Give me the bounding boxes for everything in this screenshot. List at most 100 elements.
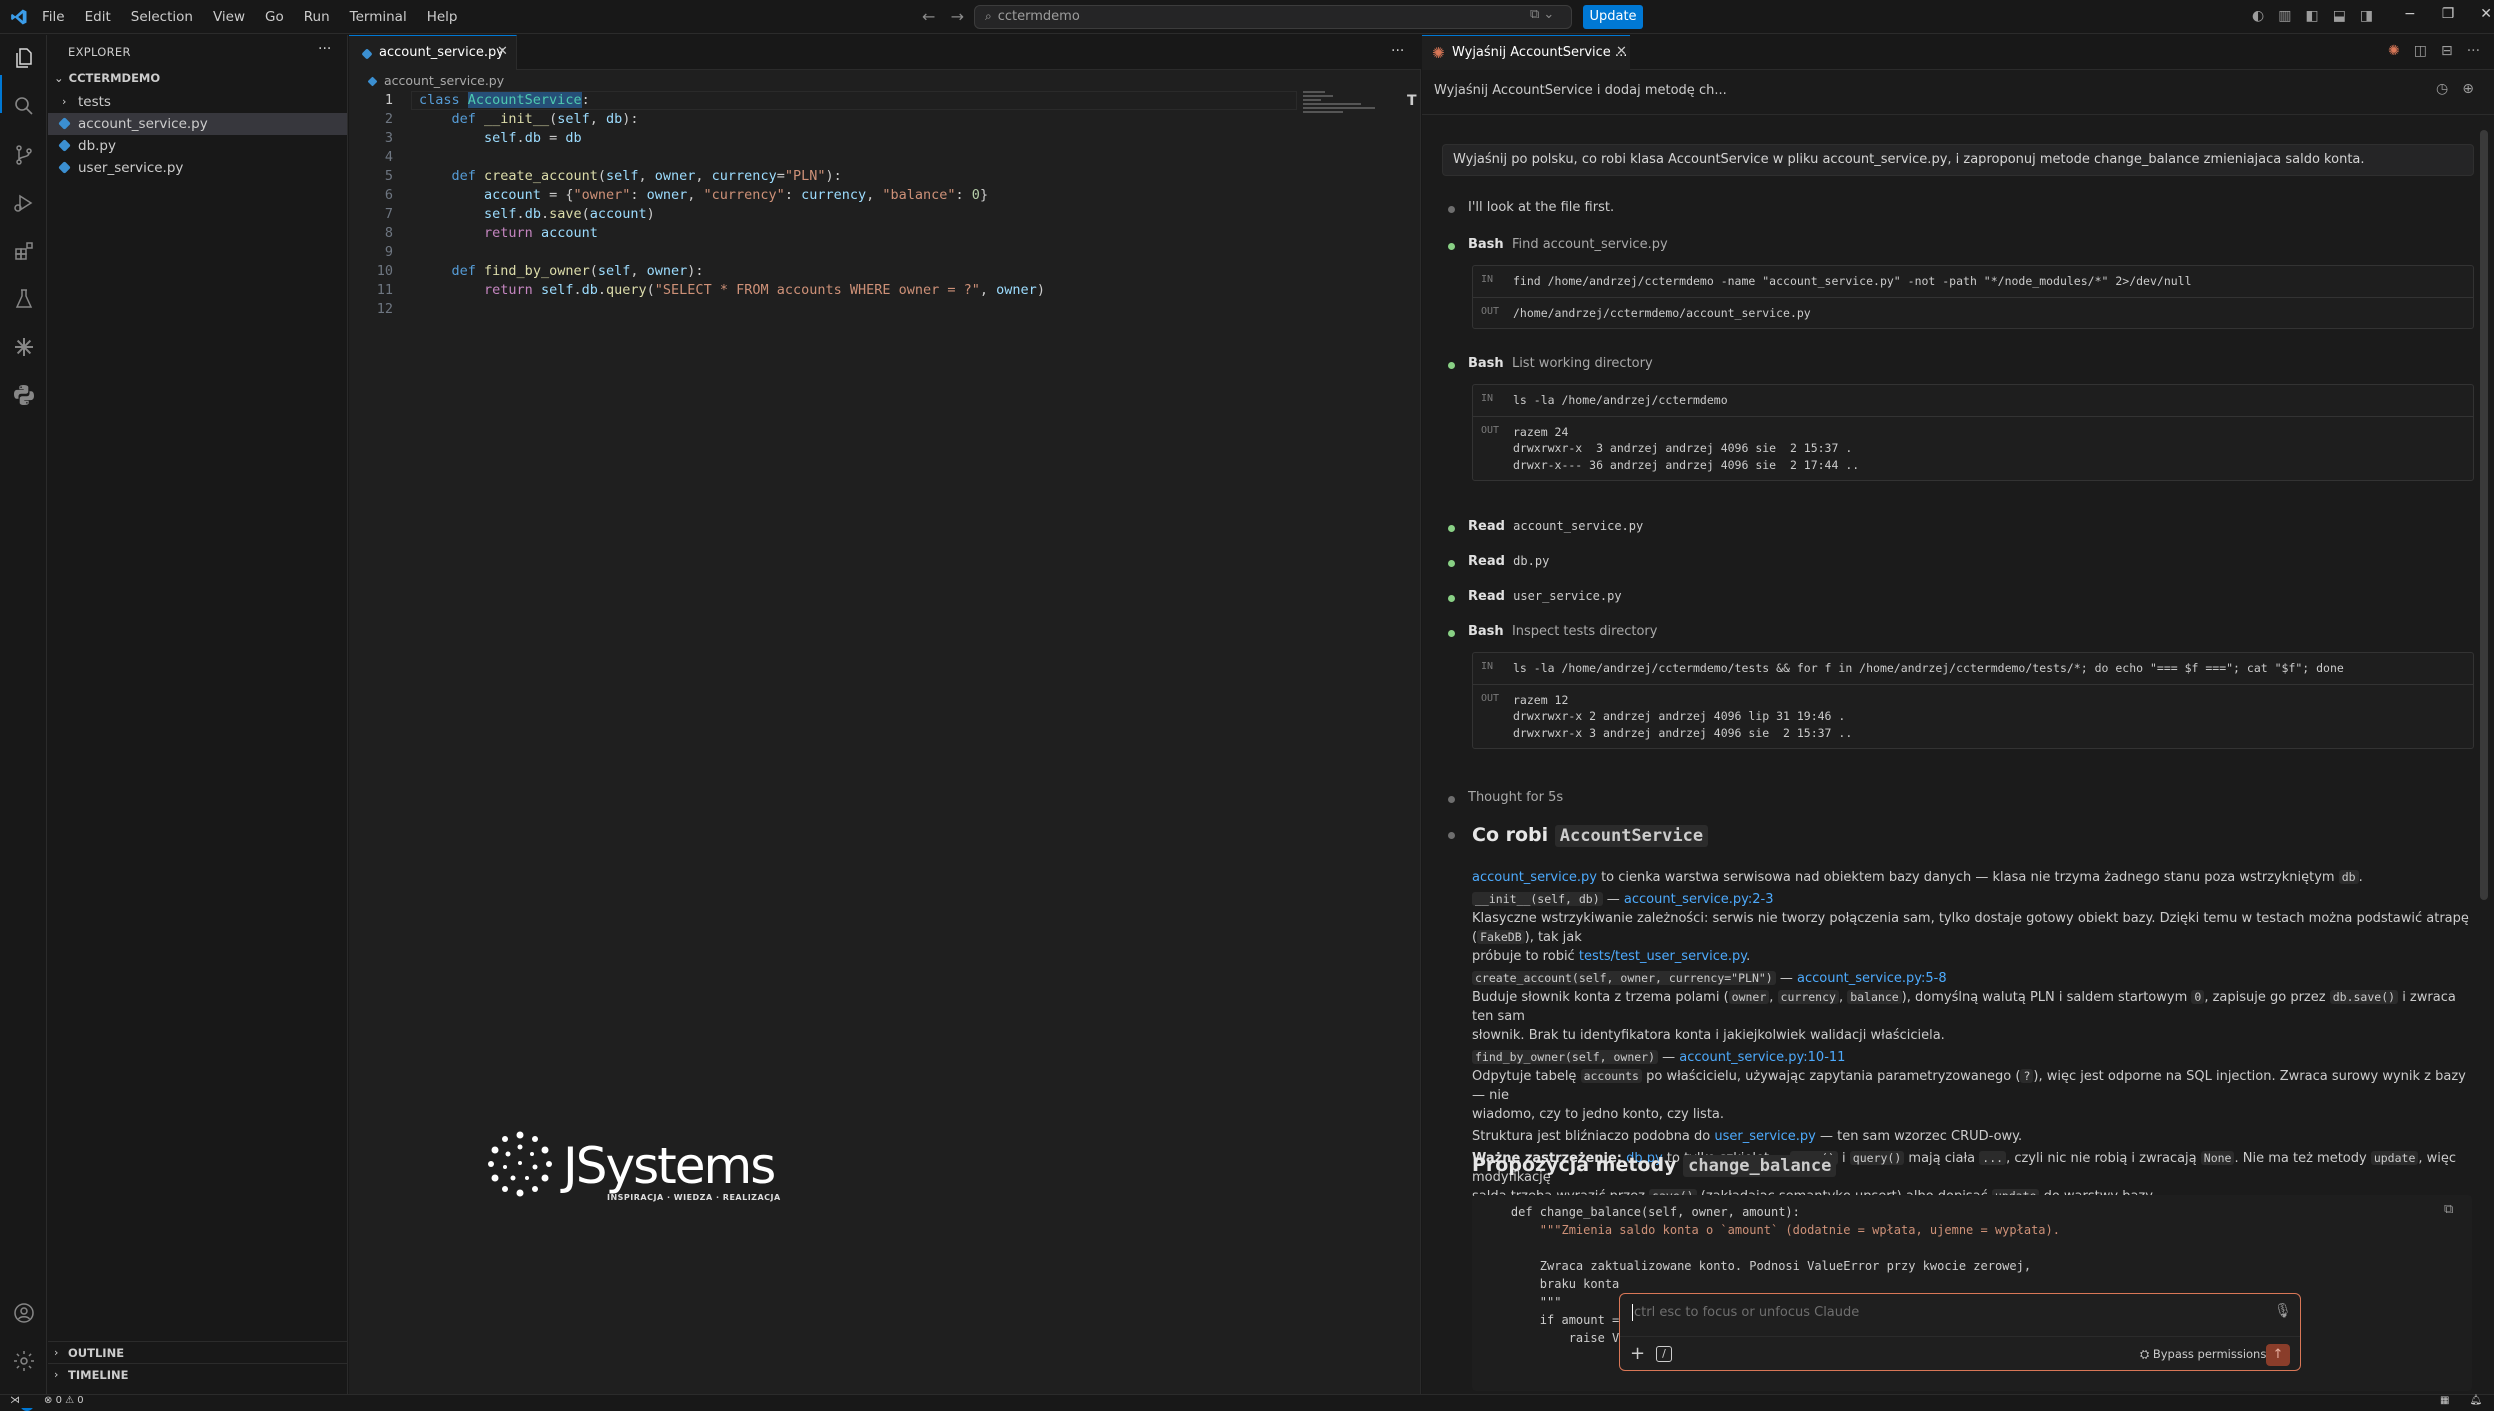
close-window-icon[interactable]: ✕ bbox=[2480, 6, 2492, 22]
command-center-search[interactable]: ⌕ cctermdemo bbox=[974, 5, 1572, 29]
add-attachment-icon[interactable]: + bbox=[1630, 1343, 1645, 1364]
history-icon[interactable]: ◷ bbox=[2436, 81, 2448, 97]
code-line: account = {"owner": owner, "currency": c… bbox=[484, 187, 989, 203]
note-text: I'll look at the file first. bbox=[1468, 200, 1615, 215]
tab-account-service[interactable]: account_service.py ✕ bbox=[349, 35, 517, 70]
chat-scrollbar[interactable] bbox=[2480, 130, 2488, 1380]
toggle-primary-sidebar-icon[interactable]: ◧ bbox=[2305, 8, 2318, 24]
bell-icon[interactable]: 🔔︎ bbox=[2469, 1395, 2482, 1406]
toggle-panel-icon[interactable]: ⬓ bbox=[2333, 8, 2346, 24]
customize-layout-icon[interactable]: ▥ bbox=[2278, 8, 2291, 24]
tree-file-user-service[interactable]: user_service.py bbox=[48, 157, 347, 179]
back-arrow-icon[interactable]: ← bbox=[922, 7, 935, 26]
run-debug-icon[interactable] bbox=[10, 189, 37, 216]
menu-go[interactable]: Go bbox=[265, 9, 284, 25]
code-editor[interactable]: 1 class AccountService: 2 def __init__(se… bbox=[349, 91, 1409, 319]
slash-command-icon[interactable]: / bbox=[1656, 1346, 1672, 1362]
user-message: Wyjaśnij po polsku, co robi klasa Accoun… bbox=[1442, 144, 2474, 176]
breadcrumb[interactable]: account_service.py bbox=[367, 70, 504, 92]
menu-help[interactable]: Help bbox=[427, 9, 458, 25]
toggle-secondary-sidebar-icon[interactable]: ◨ bbox=[2360, 8, 2373, 24]
close-tab-icon[interactable]: ✕ bbox=[497, 44, 508, 59]
remote-indicator-icon[interactable]: ⋊ bbox=[10, 1395, 20, 1406]
claude-star-icon: ✺ bbox=[1432, 44, 1445, 62]
more-actions-icon[interactable]: ··· bbox=[1391, 43, 1404, 59]
python-icon[interactable] bbox=[10, 381, 37, 408]
io-out-tag: OUT bbox=[1481, 692, 1500, 704]
accounts-status-icon[interactable]: ◐ bbox=[2252, 8, 2264, 24]
split-editor-icon[interactable]: ◫ bbox=[2414, 43, 2427, 59]
update-button[interactable]: Update bbox=[1583, 5, 1643, 29]
line-number: 9 bbox=[384, 244, 393, 260]
more-actions-icon[interactable]: ··· bbox=[318, 41, 331, 57]
io-in-tag: IN bbox=[1481, 661, 1494, 672]
explorer-icon[interactable] bbox=[10, 44, 37, 71]
code-line: def find_by_owner(self, owner): bbox=[451, 263, 704, 279]
status-dot bbox=[1448, 525, 1455, 532]
menu-selection[interactable]: Selection bbox=[131, 9, 193, 25]
maximize-icon[interactable]: ❐ bbox=[2442, 6, 2455, 22]
jsystems-logo: JSystems INSPIRACJA · WIEDZA · REALIZACJ… bbox=[485, 1129, 785, 1209]
file-link[interactable]: account_service.py bbox=[1472, 870, 1597, 885]
file-link[interactable]: tests/test_user_service.py bbox=[1579, 949, 1746, 964]
file-link[interactable]: account_service.py:2-3 bbox=[1624, 892, 1774, 907]
layout-icon[interactable]: ▦ bbox=[2440, 1395, 2449, 1406]
claude-star-icon[interactable]: ✺ bbox=[2388, 43, 2400, 59]
scroll-thumb[interactable] bbox=[2480, 130, 2488, 900]
tree-folder-tests[interactable]: › tests bbox=[48, 91, 347, 113]
response-heading: Propozycja metody change_balance bbox=[1472, 1154, 1837, 1177]
code-line: return account bbox=[484, 225, 598, 241]
copy-icon[interactable]: ⧉ bbox=[2444, 1202, 2453, 1217]
io-input: find /home/andrzej/cctermdemo -name "acc… bbox=[1513, 274, 2192, 288]
tool-name: Read bbox=[1468, 519, 1505, 534]
file-link[interactable]: user_service.py bbox=[1714, 1129, 1816, 1144]
close-tab-icon[interactable]: ✕ bbox=[1616, 44, 1627, 59]
explorer-title: EXPLORER bbox=[68, 45, 131, 59]
tab-claude-chat[interactable]: ✺ Wyjaśnij AccountService ... ✕ bbox=[1422, 35, 1630, 70]
workspace-root[interactable]: ⌄ CCTERMDEMO bbox=[54, 71, 160, 85]
explorer-sidebar: EXPLORER ··· ⌄ CCTERMDEMO › tests account… bbox=[48, 35, 348, 1394]
tool-name: Bash bbox=[1468, 356, 1504, 371]
testing-icon[interactable] bbox=[10, 285, 37, 312]
menu-edit[interactable]: Edit bbox=[85, 9, 111, 25]
tool-desc: user_service.py bbox=[1513, 589, 1622, 603]
forward-arrow-icon[interactable]: → bbox=[951, 7, 964, 26]
timeline-section[interactable]: › TIMELINE bbox=[48, 1363, 347, 1385]
file-link[interactable]: account_service.py:10-11 bbox=[1679, 1050, 1845, 1065]
account-icon[interactable] bbox=[10, 1299, 37, 1326]
tree-file-account-service[interactable]: account_service.py bbox=[48, 113, 347, 135]
menu-run[interactable]: Run bbox=[304, 9, 330, 25]
minimize-icon[interactable]: − bbox=[2404, 6, 2416, 22]
status-dot bbox=[1448, 630, 1455, 637]
tool-desc: Inspect tests directory bbox=[1511, 624, 1658, 639]
lock-icon[interactable]: ⊟ bbox=[2441, 43, 2453, 59]
send-button[interactable]: ↑ bbox=[2266, 1344, 2290, 1366]
outline-section[interactable]: › OUTLINE bbox=[48, 1341, 347, 1363]
menu-terminal[interactable]: Terminal bbox=[350, 9, 407, 25]
chat-input[interactable]: ctrl esc to focus or unfocus Claude bbox=[1634, 1305, 1859, 1320]
more-actions-icon[interactable]: ··· bbox=[2467, 43, 2480, 59]
chat-input-box[interactable]: ctrl esc to focus or unfocus Claude 🎙 + … bbox=[1619, 1293, 2301, 1371]
chat-header-actions: ◷ ⊕ bbox=[2436, 81, 2474, 97]
copilot-icon[interactable]: ⧉ ⌄ bbox=[1530, 7, 1554, 22]
microphone-icon[interactable]: 🎙 bbox=[2274, 1303, 2292, 1319]
minimap[interactable] bbox=[1303, 91, 1383, 121]
extensions-icon[interactable] bbox=[10, 237, 37, 264]
new-chat-icon[interactable]: ⊕ bbox=[2462, 81, 2474, 97]
python-file-icon bbox=[367, 76, 378, 87]
menu-view[interactable]: View bbox=[213, 9, 245, 25]
claude-icon[interactable] bbox=[10, 333, 37, 360]
chevron-right-icon: › bbox=[54, 1368, 59, 1381]
line-number: 2 bbox=[384, 111, 393, 127]
tree-file-db[interactable]: db.py bbox=[48, 135, 347, 157]
code-line: def create_account(self, owner, currency… bbox=[451, 168, 842, 184]
manage-gear-icon[interactable] bbox=[10, 1347, 37, 1374]
menu-bar: File Edit Selection View Go Run Terminal… bbox=[42, 0, 477, 34]
menu-file[interactable]: File bbox=[42, 9, 65, 25]
io-in-tag: IN bbox=[1481, 274, 1494, 285]
problems-indicator[interactable]: ⊗ 0 ⚠ 0 bbox=[44, 1395, 84, 1406]
file-link[interactable]: account_service.py:5-8 bbox=[1797, 971, 1947, 986]
source-control-icon[interactable] bbox=[10, 141, 37, 168]
search-icon[interactable] bbox=[10, 92, 37, 119]
bypass-permissions-toggle[interactable]: ⛭ Bypass permissions bbox=[2140, 1347, 2266, 1362]
